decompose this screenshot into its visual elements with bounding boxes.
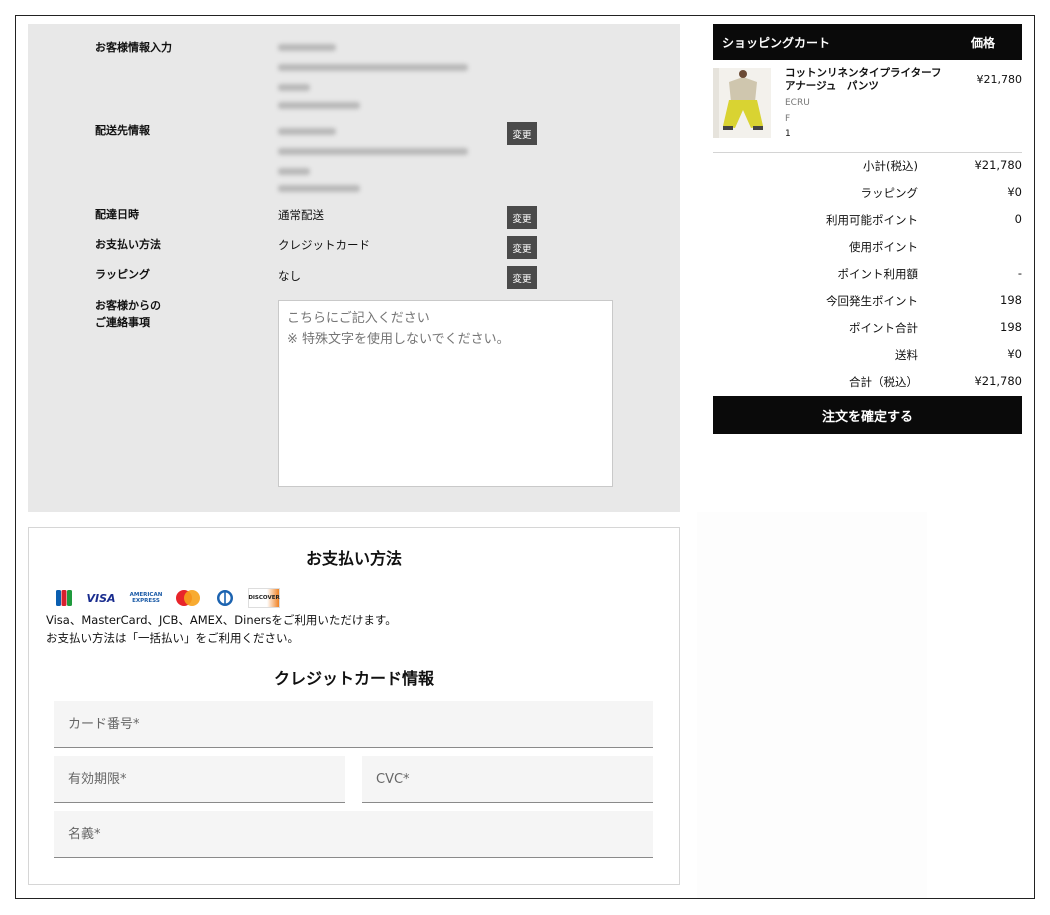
product-color: ECRU [785, 98, 810, 108]
product-size: F [785, 114, 791, 124]
earned-points-value: 198 [1000, 293, 1022, 307]
available-points-value: 0 [1014, 212, 1022, 226]
payment-panel: お支払い方法 VISA AMERICAN EXPRESS DISCOVER Vi… [28, 527, 680, 885]
product-thumbnail[interactable] [713, 68, 771, 138]
payment-method-value: クレジットカード [278, 238, 370, 252]
shipping-address-blurred [278, 148, 468, 155]
shipping-name-blurred [278, 128, 336, 135]
shipping-fee-value: ¥0 [1007, 347, 1022, 361]
credit-card-title: クレジットカード情報 [273, 669, 434, 688]
product-name[interactable]: コットンリネンタイプライターフアナージュ パンツ [785, 67, 945, 93]
customer-phone-blurred [278, 102, 360, 109]
expiry-field[interactable] [54, 756, 345, 803]
wrapping-fee-value: ¥0 [1007, 185, 1022, 199]
grand-total-label: 合計（税込） [849, 375, 918, 389]
customer-info-label: お客様情報入力 [95, 41, 172, 54]
cart-divider [713, 152, 1022, 153]
customer-address-blurred [278, 64, 468, 71]
notes-label-line1: お客様からの [95, 299, 161, 312]
points-discount-value: - [1017, 266, 1022, 280]
delivery-change-button[interactable]: 変更 [507, 206, 537, 229]
payment-note-brands: Visa、MasterCard、JCB、AMEX、Dinersをご利用いただけま… [46, 613, 397, 627]
discover-logo-icon: DISCOVER [248, 588, 280, 608]
cvc-field[interactable] [362, 756, 653, 803]
available-points-label: 利用可能ポイント [826, 213, 918, 227]
shipping-phone-blurred [278, 185, 360, 192]
confirm-order-button[interactable]: 注文を確定する [713, 396, 1022, 434]
wrapping-label: ラッピング [95, 268, 150, 281]
used-points-label: 使用ポイント [849, 240, 918, 254]
notes-textarea[interactable] [278, 300, 613, 487]
delivery-value: 通常配送 [278, 208, 324, 222]
payment-title: お支払い方法 [305, 549, 402, 568]
shipping-info-label: 配送先情報 [95, 124, 150, 137]
earned-points-label: 今回発生ポイント [826, 294, 918, 308]
delivery-label: 配達日時 [95, 208, 139, 221]
payment-change-button[interactable]: 変更 [507, 236, 537, 259]
product-price: ¥21,780 [976, 73, 1023, 86]
total-points-label: ポイント合計 [849, 321, 918, 335]
card-brand-logos: VISA AMERICAN EXPRESS DISCOVER [55, 586, 280, 610]
total-points-value: 198 [1000, 320, 1022, 334]
shipping-change-button[interactable]: 変更 [507, 122, 537, 145]
cart-price-header: 価格 [970, 36, 995, 50]
subtotal-label: 小計(税込) [863, 159, 918, 173]
wrapping-value: なし [278, 269, 301, 283]
points-discount-label: ポイント利用額 [837, 267, 919, 281]
amex-logo-icon: AMERICAN EXPRESS [129, 592, 163, 604]
payment-note-lump-sum: お支払い方法は「一括払い」をご利用ください。 [46, 631, 299, 645]
diners-logo-icon [213, 588, 237, 608]
jcb-logo-icon [55, 588, 73, 608]
card-number-field[interactable] [54, 701, 653, 748]
order-info-panel: お客様情報入力 配送先情報 変更 配達日時 通常配送 変更 お支払い方法 クレジ… [28, 24, 680, 512]
card-holder-name-field[interactable] [54, 811, 653, 858]
subtotal-value: ¥21,780 [974, 158, 1022, 172]
shipping-fee-label: 送料 [895, 348, 918, 362]
product-quantity: 1 [785, 129, 791, 139]
wrapping-change-button[interactable]: 変更 [507, 266, 537, 289]
cart-below-background [697, 512, 927, 898]
wrapping-fee-label: ラッピング [860, 186, 919, 200]
visa-logo-icon: VISA [86, 591, 116, 605]
customer-name-blurred [278, 44, 336, 51]
grand-total-value: ¥21,780 [974, 374, 1022, 388]
customer-line3-blurred [278, 84, 310, 91]
mastercard-logo-icon [174, 588, 202, 608]
payment-method-label: お支払い方法 [95, 238, 161, 251]
cart-header: ショッピングカート 価格 [713, 24, 1022, 60]
cart-title: ショッピングカート [722, 36, 831, 50]
shipping-line3-blurred [278, 168, 310, 175]
notes-label-line2: ご連絡事項 [95, 316, 150, 329]
